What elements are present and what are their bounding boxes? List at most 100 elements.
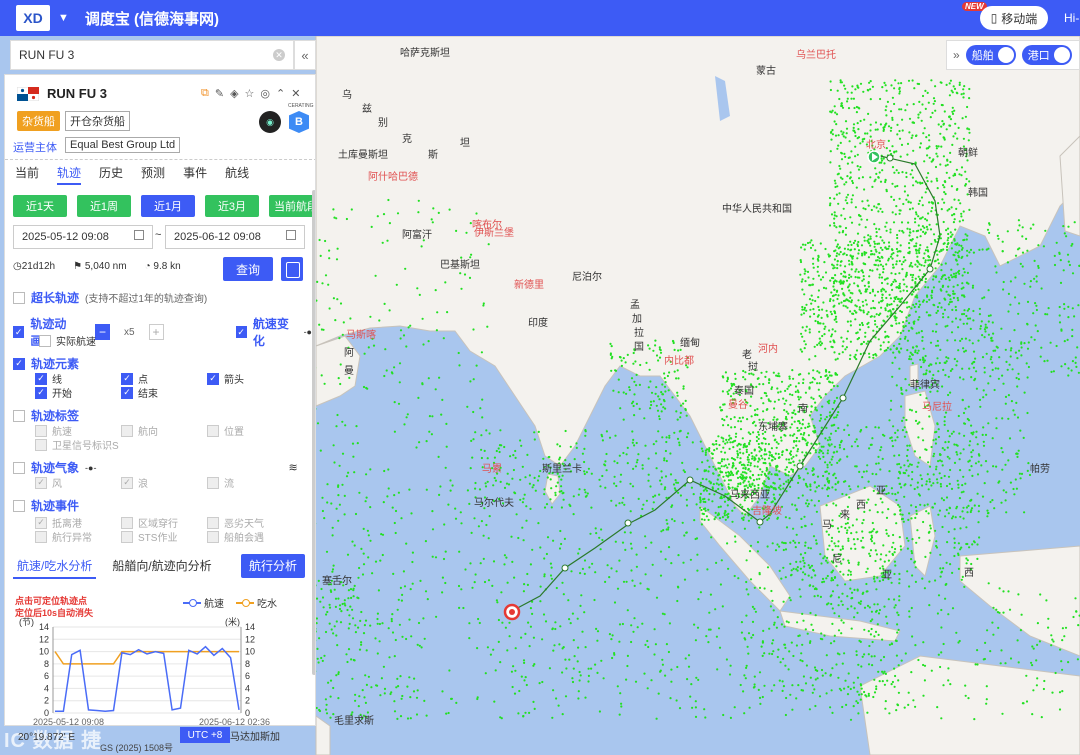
long-track-option[interactable]: 超长轨迹 (支持不超过1年的轨迹查询)	[13, 289, 207, 306]
map-approval-number: GS (2025) 1508号	[100, 743, 174, 753]
long-track-checkbox[interactable]	[13, 291, 25, 304]
weather-wind[interactable]: ✓ 风	[35, 475, 62, 490]
clear-icon[interactable]: ✕	[273, 49, 285, 61]
ship-header: RUN FU 3 ⧉ ✎ ◈ ☆ ◎ ⌃ ✕ 杂货船 开仓杂货船 运营主体 Eq…	[5, 75, 315, 159]
tab-history[interactable]: 历史	[99, 160, 123, 185]
place-label: 尼	[832, 554, 842, 565]
tab-speed-draft[interactable]: 航速/吃水分析	[13, 553, 97, 579]
land-sumatra	[699, 505, 791, 612]
panel-scrollbar[interactable]	[312, 190, 315, 675]
weather-current[interactable]: 流	[207, 475, 234, 490]
tab-heading-course[interactable]: 船艏向/航迹向分析	[108, 553, 215, 579]
track-events-checkbox[interactable]	[13, 499, 25, 512]
event-sts[interactable]: STS作业	[121, 529, 177, 544]
speed-change-checkbox[interactable]: ✓	[235, 326, 247, 338]
rating-logo-icon[interactable]: ◉	[259, 111, 281, 133]
weather-wave[interactable]: ✓ 浪	[121, 475, 148, 490]
app-logo[interactable]: XD	[16, 5, 50, 31]
tab-track[interactable]: 轨迹	[57, 160, 82, 185]
tab-forecast[interactable]: 预测	[141, 160, 165, 185]
date-separator: ~	[155, 229, 162, 241]
legend-draft[interactable]: 吃水	[236, 595, 277, 610]
legend-speed[interactable]: 航速	[183, 595, 224, 610]
share-icon[interactable]: ⧉	[201, 87, 209, 100]
label-course[interactable]: 航向	[121, 423, 158, 438]
place-label: 别	[378, 118, 388, 129]
period-1d-button[interactable]: 近1天	[13, 195, 67, 217]
label-satellite[interactable]: 卫星信号标识S	[35, 437, 119, 452]
tab-current[interactable]: 当前	[15, 160, 39, 185]
track-elements-checkbox[interactable]: ✓	[13, 357, 25, 370]
tab-events[interactable]: 事件	[183, 160, 207, 185]
export-icon[interactable]	[281, 257, 303, 281]
animation-checkbox[interactable]: ✓	[13, 326, 25, 338]
element-line[interactable]: ✓ 线	[35, 371, 62, 386]
toggle-ships[interactable]: 船舶	[965, 45, 1016, 65]
track-weather-option[interactable]: 轨迹气象 -●- ≋	[13, 459, 298, 476]
query-button[interactable]: 查询	[223, 257, 273, 281]
track-weather-checkbox[interactable]	[13, 461, 25, 474]
speed-decrease-button[interactable]: −	[95, 324, 110, 340]
start-date-value: 2025-05-12 09:08	[22, 231, 109, 243]
tab-routes[interactable]: 航线	[225, 160, 249, 185]
label-speed[interactable]: 航速	[35, 423, 72, 438]
actual-speed-checkbox[interactable]	[39, 334, 51, 347]
toggle-ports-label: 港口	[1027, 50, 1050, 62]
speed-draft-chart[interactable]: (节) (米)0 02 24 46 68 810 1012 1214 142025-05-12 0…	[13, 617, 283, 726]
chart-ytick-left: 10	[39, 647, 49, 657]
star-icon[interactable]: ☆	[245, 87, 255, 100]
rating-grade-badge[interactable]: B	[289, 111, 309, 133]
wind-icon[interactable]: ≋	[288, 461, 297, 474]
utc-badge[interactable]: UTC +8	[180, 727, 230, 743]
element-start[interactable]: ✓ 开始	[35, 385, 72, 400]
toggle-icon[interactable]: -●-	[85, 463, 96, 473]
event-weather[interactable]: 恶劣天气	[207, 515, 264, 530]
end-date-field[interactable]: 2025-06-12 09:08	[165, 225, 305, 249]
chevron-down-icon[interactable]: ▼	[58, 12, 69, 24]
search-box[interactable]: ✕	[10, 40, 294, 70]
toggle-ports[interactable]: 港口	[1021, 45, 1072, 65]
chevron-up-icon[interactable]: ⌃	[276, 87, 285, 100]
actual-speed-option[interactable]: 实际航速	[39, 333, 96, 348]
analysis-tabs: 航速/吃水分析 船艏向/航迹向分析 航行分析	[13, 553, 305, 579]
element-arrow[interactable]: ✓ 箭头	[207, 371, 244, 386]
user-greeting[interactable]: Hi-	[1064, 11, 1079, 25]
track-events-option[interactable]: 轨迹事件	[13, 497, 79, 514]
event-anomaly[interactable]: 航行异常	[35, 529, 92, 544]
track-labels-option[interactable]: 轨迹标签	[13, 407, 79, 424]
chart-ytick-left: 12	[39, 634, 49, 644]
label-position[interactable]: 位置	[207, 423, 244, 438]
edit-icon[interactable]: ✎	[215, 87, 224, 100]
owner-value[interactable]: Equal Best Group Ltd	[65, 137, 181, 153]
period-1w-button[interactable]: 近1周	[77, 195, 131, 217]
event-port[interactable]: ✓ 抵离港	[35, 515, 82, 530]
ship-subtype-tag: 开仓杂货船	[65, 111, 130, 131]
track-events-label: 轨迹事件	[31, 499, 80, 513]
mobile-button[interactable]: ▯ 移动端	[980, 6, 1048, 30]
voyage-analysis-button[interactable]: 航行分析	[240, 554, 305, 578]
period-3m-button[interactable]: 近3月	[205, 195, 259, 217]
place-label: 印度	[528, 318, 548, 329]
period-1m-button[interactable]: 近1月	[141, 195, 195, 217]
track-elements-option[interactable]: ✓ 轨迹元素	[13, 355, 79, 372]
start-date-field[interactable]: 2025-05-12 09:08	[13, 225, 153, 249]
search-input[interactable]	[19, 48, 259, 62]
chart-ytick-left: 2	[44, 696, 49, 706]
event-encounter[interactable]: 船舶会遇	[207, 529, 264, 544]
event-area[interactable]: 区域穿行	[121, 515, 178, 530]
collapse-panel-button[interactable]: «	[294, 40, 316, 70]
period-current-leg-button[interactable]: 当前航段	[269, 195, 315, 217]
element-point[interactable]: ✓ 点	[121, 371, 148, 386]
place-label: 蒙古	[756, 66, 776, 77]
track-labels-checkbox[interactable]	[13, 409, 25, 422]
speed-change-label: 航速变化	[252, 317, 289, 348]
element-end[interactable]: ✓ 结束	[121, 385, 158, 400]
speed-increase-button[interactable]: +	[148, 324, 164, 340]
locate-icon[interactable]: ◎	[260, 87, 270, 100]
close-icon[interactable]: ✕	[291, 87, 300, 100]
tag-icon[interactable]: ◈	[230, 87, 238, 100]
place-label: 乌	[342, 90, 352, 101]
panama-flag-icon	[17, 87, 39, 101]
expand-icon[interactable]: »	[953, 48, 960, 62]
place-madagascar: 马达加斯加	[230, 732, 280, 743]
